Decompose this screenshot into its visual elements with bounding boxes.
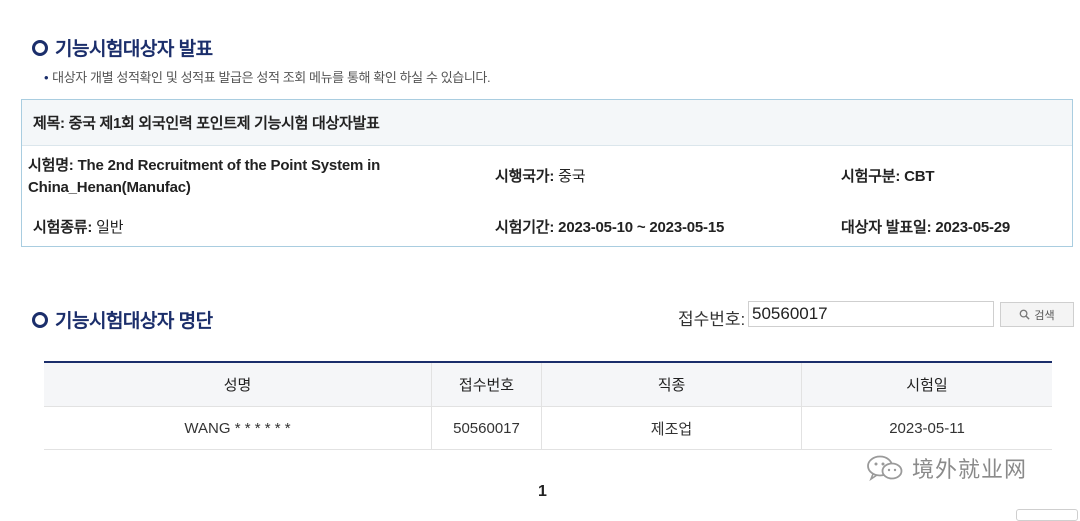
exam-kind-value: 일반 xyxy=(96,219,124,236)
registration-number-input[interactable] xyxy=(748,301,994,327)
announce-date-field: 대상자 발표일: 2023-05-29 xyxy=(841,217,1010,239)
exam-kind-label: 시험종류: xyxy=(33,219,93,236)
search-button[interactable]: 검색 xyxy=(1000,302,1074,327)
watermark: 境外就业网 xyxy=(866,452,1027,484)
exam-type-field: 시험구분: CBT xyxy=(841,166,935,188)
notice-text-content: 대상자 개별 성적확인 및 성적표 발급은 성적 조회 메뉴를 통해 확인 하실… xyxy=(52,70,491,85)
search-icon xyxy=(1020,309,1030,320)
cell-registration-number: 50560017 xyxy=(431,406,542,450)
table-header-row: 성명 접수번호 직종 시험일 xyxy=(44,362,1052,407)
candidate-list-section-title: 기능시험대상자 명단 xyxy=(32,306,213,333)
watermark-text: 境外就业网 xyxy=(912,457,1028,482)
exam-name-value: The 2nd Recruitment of the Point System … xyxy=(28,157,381,196)
circle-bullet-icon xyxy=(32,311,48,328)
column-header-name: 성명 xyxy=(44,362,432,407)
wechat-icon xyxy=(867,455,903,482)
exam-kind-field: 시험종류: 일반 xyxy=(33,217,124,239)
announcement-section-title: 기능시험대상자 발표 xyxy=(32,34,213,61)
exam-name-label: 시험명: xyxy=(28,157,74,174)
cell-name: WANG * * * * * * xyxy=(44,406,432,450)
exam-period-field: 시험기간: 2023-05-10 ~ 2023-05-15 xyxy=(495,217,724,239)
candidate-table: 성명 접수번호 직종 시험일 WANG * * * * * * 50560017… xyxy=(44,361,1052,450)
cell-job-type: 제조업 xyxy=(541,406,802,450)
exam-type-value: CBT xyxy=(904,168,935,185)
search-label: 접수번호: xyxy=(678,310,746,329)
subject-row: 제목: 중국 제1회 외국인력 포인트제 기능시험 대상자발표 xyxy=(22,100,1072,146)
column-header-job-type: 직종 xyxy=(541,362,802,407)
announcement-title-text: 기능시험대상자 발표 xyxy=(55,39,213,60)
country-field: 시행국가: 중국 xyxy=(495,166,586,188)
column-header-exam-date: 시험일 xyxy=(801,362,1052,407)
country-value: 중국 xyxy=(558,168,586,185)
page-1-link[interactable]: 1 xyxy=(538,483,547,501)
exam-type-label: 시험구분: xyxy=(841,168,901,185)
circle-bullet-icon xyxy=(32,39,48,56)
announce-date-label: 대상자 발표일: xyxy=(841,219,932,236)
bullet-icon: • xyxy=(44,70,49,85)
exam-period-label: 시험기간: xyxy=(495,219,555,236)
table-row: WANG * * * * * * 50560017 제조업 2023-05-11 xyxy=(44,406,1052,450)
country-label: 시행국가: xyxy=(495,168,555,185)
cell-exam-date: 2023-05-11 xyxy=(801,406,1052,450)
column-header-registration-number: 접수번호 xyxy=(431,362,542,407)
exam-period-value: 2023-05-10 ~ 2023-05-15 xyxy=(558,219,725,236)
candidate-list-title-text: 기능시험대상자 명단 xyxy=(55,311,213,332)
search-button-label: 검색 xyxy=(1034,309,1055,322)
corner-button-edge xyxy=(1016,509,1078,521)
subject-label: 제목: xyxy=(33,115,65,132)
exam-name-field: 시험명: The 2nd Recruitment of the Point Sy… xyxy=(28,155,448,199)
notice-text: • 대상자 개별 성적확인 및 성적표 발급은 성적 조회 메뉴를 통해 확인 하… xyxy=(44,67,491,86)
announcement-info-box: 제목: 중국 제1회 외국인력 포인트제 기능시험 대상자발표 시험명: The… xyxy=(21,99,1073,247)
subject-value: 중국 제1회 외국인력 포인트제 기능시험 대상자발표 xyxy=(68,115,380,132)
announce-date-value: 2023-05-29 xyxy=(935,219,1011,236)
